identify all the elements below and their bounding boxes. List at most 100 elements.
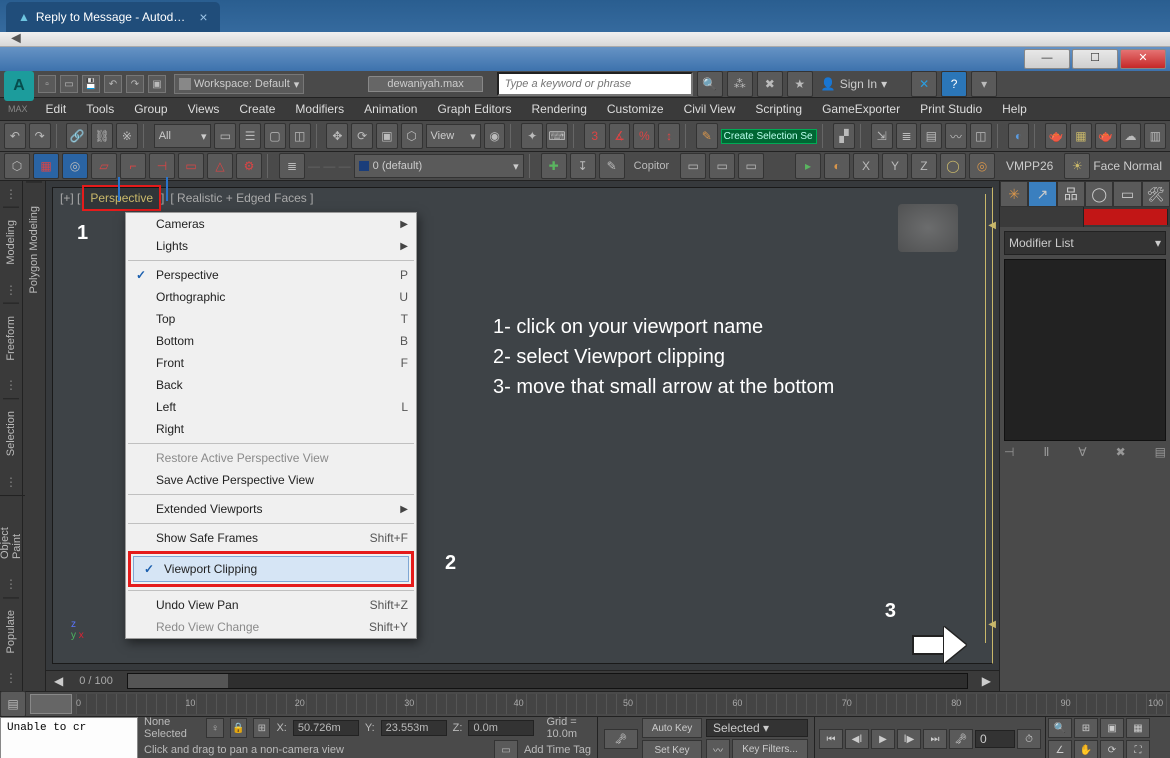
prev-frame-icon[interactable]: ◀Ⅰ [845, 729, 869, 749]
selection-filter-dropdown[interactable]: All▾ [154, 124, 212, 148]
minimize-button[interactable]: — [1024, 49, 1070, 69]
rotate-icon[interactable]: ⟳ [351, 123, 373, 149]
help-dropdown-icon[interactable]: ▾ [971, 71, 997, 97]
menu-help[interactable]: Help [992, 99, 1037, 119]
key-filters-button[interactable]: Key Filters... [732, 739, 808, 758]
ctx-right[interactable]: Right [126, 418, 416, 440]
exchange-icon[interactable]: ✖ [757, 71, 783, 97]
menu-group[interactable]: Group [124, 99, 177, 119]
ctx-show-safe-frames[interactable]: Show Safe FramesShift+F [126, 527, 416, 549]
track-left-icon[interactable]: ◀ [46, 674, 71, 688]
lock-selection-icon[interactable]: 🔒 [230, 718, 247, 738]
next-frame-icon[interactable]: Ⅰ▶ [897, 729, 921, 749]
angle-snap-icon[interactable]: ∡ [609, 123, 631, 149]
menu-game-exporter[interactable]: GameExporter [812, 99, 910, 119]
browser-tab[interactable]: ▲ Reply to Message - Autod… [6, 2, 220, 32]
isolate-icon[interactable]: ♀ [206, 718, 223, 738]
maximize-viewport-icon[interactable]: ⛶ [1126, 740, 1150, 758]
hierarchy-tab-icon[interactable]: 品 [1057, 181, 1085, 207]
utilities-tab-icon[interactable]: 🛠 [1142, 181, 1170, 207]
zoom-extents-icon[interactable]: ▣ [1100, 718, 1124, 738]
sun-icon[interactable]: ☀ [1064, 153, 1090, 179]
snap-options-icon[interactable]: ⚙ [236, 153, 262, 179]
orbit-icon[interactable]: ⟳ [1100, 740, 1124, 758]
goto-end-icon[interactable]: ⏭ [923, 729, 947, 749]
x-coord-input[interactable]: 50.726m [293, 720, 359, 736]
percent-snap-icon[interactable]: % [633, 123, 655, 149]
unlink-icon[interactable]: ⛓ [91, 123, 113, 149]
menu-animation[interactable]: Animation [354, 99, 427, 119]
copitor-paste-icon[interactable]: ▭ [709, 153, 735, 179]
tab-freeform[interactable]: Freeform [3, 303, 19, 373]
render-in-cloud-icon[interactable]: ☁ [1120, 123, 1142, 149]
zoom-extents-all-icon[interactable]: ▦ [1126, 718, 1150, 738]
menu-modifiers[interactable]: Modifiers [285, 99, 354, 119]
curve-editor-icon[interactable]: 〰 [945, 123, 967, 149]
modify-tab-icon[interactable]: ↗ [1028, 181, 1056, 207]
layers-icon[interactable]: ≣ [896, 123, 918, 149]
named-selection-set-input[interactable]: Create Selection Se [721, 129, 818, 144]
zoom-all-icon[interactable]: ⊞ [1074, 718, 1098, 738]
render-setup-icon[interactable]: 🫖 [1045, 123, 1067, 149]
ctx-undo-view[interactable]: Undo View PanShift+Z [126, 594, 416, 616]
help-button[interactable]: ? [941, 71, 967, 97]
play-icon[interactable]: ▶ [871, 729, 895, 749]
select-layer-icon[interactable]: ↧ [570, 153, 596, 179]
snap-midpoint-icon[interactable]: ⊣ [149, 153, 175, 179]
mini-curve-editor-icon[interactable]: ▤ [0, 691, 26, 717]
key-filter-selection-dropdown[interactable]: Selected ▾ [706, 719, 808, 737]
copitor-delete-icon[interactable]: ▭ [738, 153, 764, 179]
new-icon[interactable]: ▫ [38, 75, 56, 93]
save-icon[interactable]: 💾 [82, 75, 100, 93]
move-icon[interactable]: ✥ [326, 123, 348, 149]
open-icon[interactable]: ▭ [60, 75, 78, 93]
set-key-toggle[interactable]: Set Key [642, 740, 702, 758]
project-icon[interactable]: ▣ [148, 75, 166, 93]
ctx-viewport-clipping[interactable]: Viewport Clipping [133, 556, 409, 582]
ref-coord-dropdown[interactable]: View▾ [426, 124, 481, 148]
redo-icon[interactable]: ↷ [126, 75, 144, 93]
select-by-name-icon[interactable]: ☰ [239, 123, 261, 149]
key-mode-icon[interactable]: 🗝 [949, 729, 973, 749]
ctx-top[interactable]: TopT [126, 308, 416, 330]
track-scrollbar[interactable] [127, 673, 968, 689]
back-icon[interactable]: ◄ [8, 30, 24, 48]
drag-handle-icon[interactable]: ⋮ [5, 475, 17, 489]
axis-y-button[interactable]: Y [882, 153, 908, 179]
clip-near-handle[interactable] [984, 619, 994, 627]
ctx-bottom[interactable]: BottomB [126, 330, 416, 352]
layer-explorer-icon[interactable]: ≣ [279, 153, 305, 179]
subscription-icon[interactable]: ⁂ [727, 71, 753, 97]
viewcube[interactable] [898, 204, 958, 252]
document-tab[interactable]: dewaniyah.max [368, 76, 482, 92]
render-production-icon[interactable]: 🫖 [1095, 123, 1117, 149]
snap-toggle-icon[interactable]: 3 [584, 123, 606, 149]
exchange-apps-icon[interactable]: ✕ [911, 71, 937, 97]
copitor-copy-icon[interactable]: ▭ [680, 153, 706, 179]
tab-populate[interactable]: Populate [3, 597, 19, 665]
close-button[interactable]: ✕ [1120, 49, 1166, 69]
undo-icon[interactable]: ↶ [104, 75, 122, 93]
target-icon[interactable]: ◎ [969, 153, 995, 179]
time-tag-icon[interactable]: ▭ [494, 740, 518, 758]
infocenter-search-input[interactable] [497, 72, 693, 96]
rendered-frame-icon[interactable]: ▦ [1070, 123, 1092, 149]
manipulate-icon[interactable]: ✦ [521, 123, 543, 149]
time-config-icon[interactable]: ⏱ [1017, 729, 1041, 749]
axis-x-button[interactable]: X [853, 153, 879, 179]
schematic-view-icon[interactable]: ◫ [970, 123, 992, 149]
ctx-lights[interactable]: Lights [126, 235, 416, 257]
pin-stack-icon[interactable]: ⊣ [1004, 445, 1014, 459]
fov-icon[interactable]: ∠ [1048, 740, 1072, 758]
drag-handle-icon[interactable]: ⋮ [5, 378, 17, 392]
show-end-result-icon[interactable]: Ⅱ [1043, 445, 1049, 459]
material-editor-icon[interactable]: ◐ [1008, 123, 1030, 149]
snap-working-pivot-icon[interactable]: ⬡ [4, 153, 30, 179]
ctx-front[interactable]: FrontF [126, 352, 416, 374]
remove-modifier-icon[interactable]: ✖ [1116, 445, 1126, 459]
drag-handle-icon[interactable]: ⋮ [5, 187, 17, 201]
render-gallery-icon[interactable]: ▥ [1144, 123, 1166, 149]
viewport-plus-menu[interactable]: [+] [ [60, 191, 80, 205]
signin-button[interactable]: 👤 Sign In ▾ [821, 77, 887, 91]
add-to-layer-icon[interactable]: ✚ [541, 153, 567, 179]
